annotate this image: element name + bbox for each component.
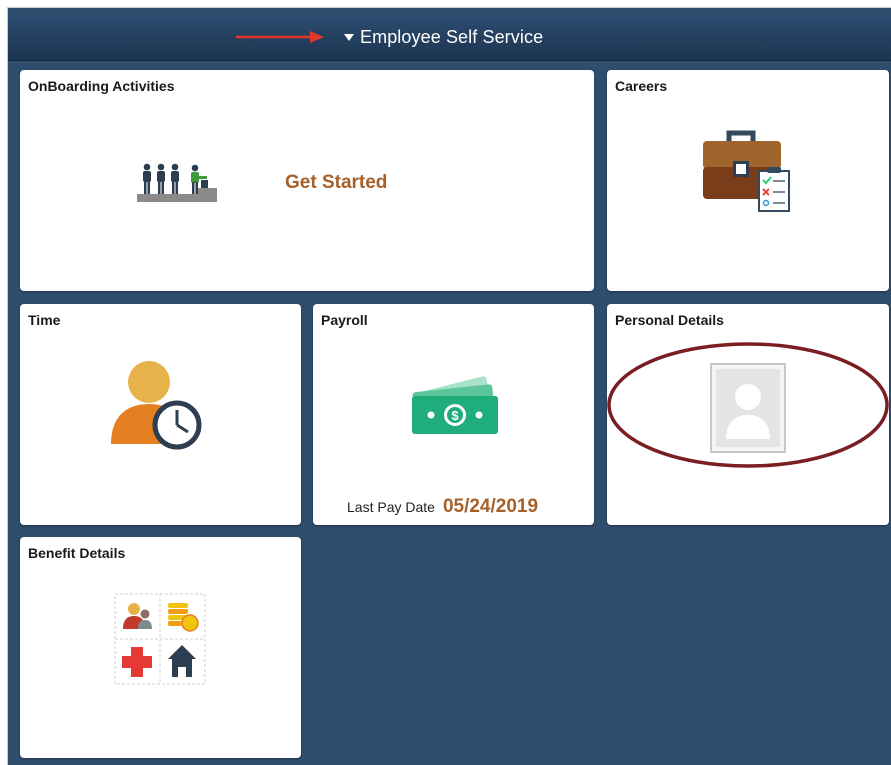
people-on-steps-icon bbox=[137, 163, 217, 202]
annotation-arrow bbox=[236, 31, 324, 43]
benefits-grid-icon bbox=[114, 593, 206, 685]
dependents-icon bbox=[123, 603, 152, 629]
tile-benefit-details[interactable]: Benefit Details bbox=[20, 537, 301, 758]
person-clock-icon bbox=[111, 361, 202, 450]
homepage-title: Employee Self Service bbox=[360, 26, 544, 47]
tile-title: Careers bbox=[615, 78, 668, 94]
tile-onboarding-activities[interactable]: OnBoarding Activities Get Started bbox=[20, 70, 594, 291]
medical-cross-icon bbox=[122, 647, 152, 677]
svg-text:$: $ bbox=[451, 408, 459, 423]
tile-title: Time bbox=[28, 312, 61, 328]
tile-title: Payroll bbox=[321, 312, 368, 328]
caret-down-icon bbox=[344, 34, 354, 41]
get-started-link[interactable]: Get Started bbox=[285, 172, 387, 194]
tile-title: Benefit Details bbox=[28, 545, 126, 561]
profile-photo-placeholder-icon bbox=[710, 363, 786, 453]
tile-title: OnBoarding Activities bbox=[28, 78, 175, 94]
briefcase-checklist-icon bbox=[703, 130, 790, 212]
tile-careers[interactable]: Careers bbox=[607, 70, 889, 291]
money-stack-icon: $ bbox=[412, 376, 498, 434]
tile-time[interactable]: Time bbox=[20, 304, 301, 525]
tile-grid: OnBoarding Activities Get Started Career… bbox=[8, 61, 891, 765]
tile-title: Personal Details bbox=[615, 312, 724, 328]
home-icon bbox=[168, 645, 196, 677]
tile-payroll[interactable]: Payroll $ Last Pay Date 05/24/2019 bbox=[313, 304, 594, 525]
last-pay-date-row: Last Pay Date 05/24/2019 bbox=[347, 496, 538, 518]
homepage-header: Employee Self Service bbox=[8, 13, 891, 61]
homepage-selector[interactable]: Employee Self Service bbox=[344, 13, 543, 61]
last-pay-date-value: 05/24/2019 bbox=[442, 496, 539, 517]
tile-personal-details[interactable]: Personal Details bbox=[607, 304, 889, 525]
last-pay-date-label: Last Pay Date bbox=[347, 499, 435, 515]
coins-icon bbox=[168, 603, 199, 632]
